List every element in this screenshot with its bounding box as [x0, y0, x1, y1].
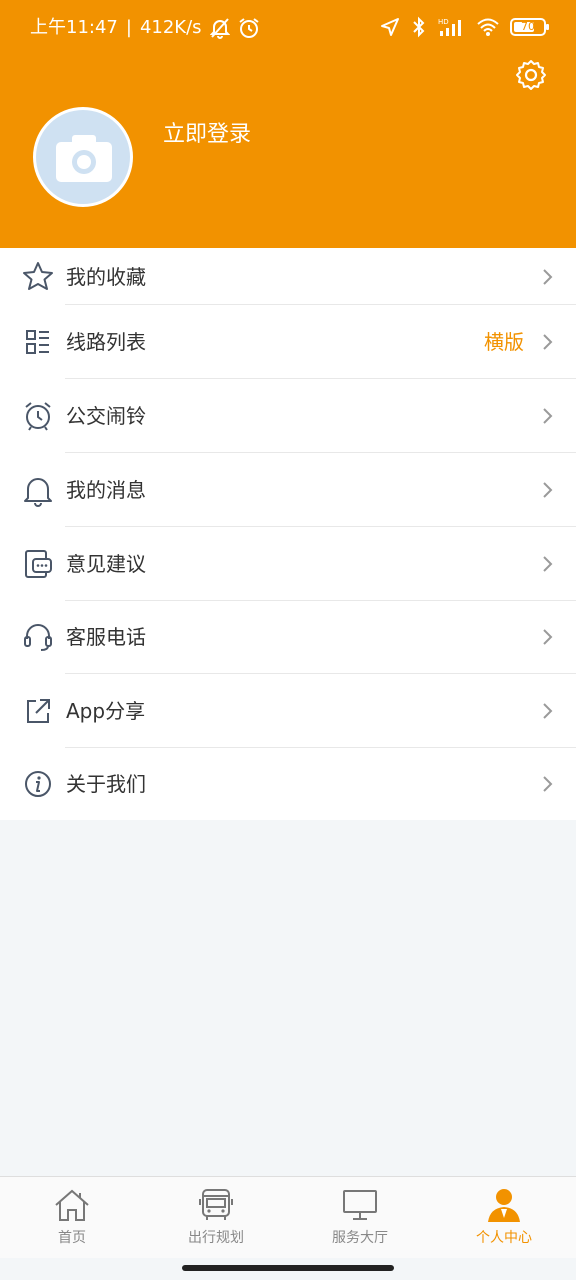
nav-label: 服务大厅 [332, 1230, 388, 1246]
chevron-right-icon [543, 334, 553, 350]
menu-item-label: 关于我们 [66, 772, 146, 796]
menu-item-about-us[interactable]: 关于我们 [0, 747, 576, 821]
nav-label: 出行规划 [188, 1230, 244, 1246]
menu-item-feedback[interactable]: 意见建议 [0, 527, 576, 601]
location-icon [381, 18, 399, 36]
chevron-right-icon [543, 776, 553, 792]
menu-item-customer-service[interactable]: 客服电话 [0, 600, 576, 674]
menu-item-label: 我的收藏 [66, 264, 146, 289]
person-icon [488, 1189, 520, 1222]
bus-icon [199, 1189, 233, 1220]
chevron-right-icon [543, 408, 553, 424]
wifi-icon [477, 18, 499, 36]
network-speed: 412K/s [139, 17, 202, 38]
menu-item-label: 线路列表 [66, 330, 146, 354]
menu-item-route-list[interactable]: 线路列表 横版 [0, 305, 576, 379]
list-icon [26, 330, 49, 354]
alarm-clock-icon [25, 402, 51, 431]
hd-signal-icon: HD [438, 18, 461, 36]
status-left: 上午11:47 | 412K/s [30, 16, 260, 40]
status-bar: 上午11:47 | 412K/s HD 70 [0, 0, 576, 56]
nav-label: 个人中心 [476, 1230, 532, 1246]
home-indicator[interactable] [182, 1265, 394, 1271]
nav-service-hall[interactable]: 服务大厅 [288, 1177, 432, 1259]
camera-icon [56, 135, 112, 182]
menu-item-messages[interactable]: 我的消息 [0, 453, 576, 527]
battery-icon: 70 [510, 18, 549, 36]
info-icon [25, 771, 51, 797]
menu-item-app-share[interactable]: App分享 [0, 674, 576, 748]
nav-trip-planning[interactable]: 出行规划 [144, 1177, 288, 1259]
nav-label: 首页 [58, 1230, 86, 1246]
headset-icon [24, 624, 52, 651]
bluetooth-icon [413, 16, 425, 38]
chevron-right-icon [543, 703, 553, 719]
status-right: HD 70 [380, 16, 549, 38]
chevron-right-icon [543, 556, 553, 572]
menu-item-label: 公交闹铃 [66, 404, 146, 428]
feedback-icon [25, 550, 52, 578]
menu-item-label: 意见建议 [66, 552, 146, 576]
nav-personal-center[interactable]: 个人中心 [432, 1177, 576, 1259]
nav-home[interactable]: 首页 [0, 1177, 144, 1259]
layout-mode-value[interactable]: 横版 [484, 328, 524, 356]
home-icon [55, 1189, 89, 1221]
chevron-right-icon [543, 482, 553, 498]
menu-item-label: 客服电话 [66, 625, 146, 649]
menu-item-favorites[interactable]: 我的收藏 [0, 248, 576, 305]
monitor-icon [343, 1190, 377, 1220]
chevron-right-icon [543, 629, 553, 645]
avatar[interactable] [33, 107, 133, 207]
menu-item-label: 我的消息 [66, 478, 146, 502]
star-icon [23, 261, 53, 290]
mute-bell-icon [209, 18, 230, 39]
alarm-icon [238, 18, 259, 38]
status-time: 上午11:47 [30, 17, 118, 38]
menu-list: 我的收藏 线路列表 横版 公交闹铃 我的消息 意见建议 客服电话 App分享 关… [0, 248, 576, 820]
chevron-right-icon [543, 268, 553, 285]
bell-icon [24, 478, 52, 507]
gear-icon[interactable] [514, 58, 548, 92]
bottom-navigation: 首页 出行规划 服务大厅 个人中心 [0, 1176, 576, 1258]
status-separator: | [125, 17, 132, 38]
menu-item-bus-alarm[interactable]: 公交闹铃 [0, 379, 576, 453]
svg-text:HD: HD [438, 18, 449, 26]
login-link[interactable]: 立即登录 [163, 118, 251, 152]
profile-header: 上午11:47 | 412K/s HD 70 立即登录 [0, 0, 576, 248]
battery-level: 70 [521, 20, 535, 33]
share-icon [27, 699, 50, 723]
menu-item-label: App分享 [66, 699, 146, 723]
